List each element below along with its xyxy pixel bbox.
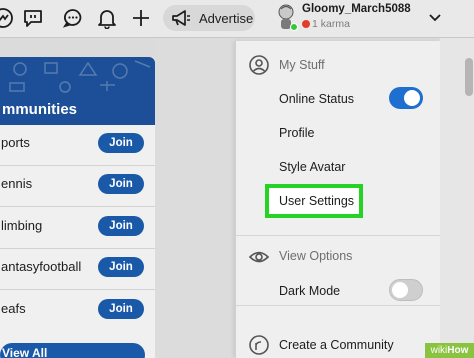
list-item[interactable]: limbing Join <box>0 208 155 249</box>
online-status-item[interactable]: Online Status <box>279 92 354 106</box>
community-r-icon <box>248 334 270 356</box>
toggle-knob <box>404 90 420 106</box>
community-name: ennis <box>1 176 33 191</box>
chat-bubble-icon[interactable] <box>22 7 44 29</box>
join-button[interactable]: Join <box>98 216 144 236</box>
karma-count: 1 karma <box>302 18 350 30</box>
profile-item[interactable]: Profile <box>279 126 314 140</box>
chevron-down-icon[interactable] <box>426 9 444 27</box>
communities-title: mmunities <box>2 101 78 118</box>
communities-card: mmunities ports Join ennis Join limbing … <box>0 57 155 358</box>
eye-icon <box>248 246 270 268</box>
join-button[interactable]: Join <box>98 257 144 277</box>
menu-divider <box>236 235 440 236</box>
community-name: eafs <box>1 301 26 316</box>
wikihow-watermark: wikiHow <box>425 343 474 358</box>
watermark-how: How <box>447 345 469 356</box>
watermark-wiki: wiki <box>430 345 448 356</box>
list-item[interactable]: ennis Join <box>0 166 155 207</box>
community-name: antasyfootball <box>1 259 82 274</box>
my-stuff-heading: My Stuff <box>279 58 325 72</box>
plus-icon[interactable] <box>130 7 152 29</box>
online-status-toggle[interactable] <box>389 87 423 109</box>
top-bar: Advertise Gloomy_March5088 1 karma <box>0 0 474 38</box>
megaphone-icon <box>172 10 190 26</box>
join-button[interactable]: Join <box>98 299 144 319</box>
user-settings-label: User Settings <box>279 194 355 208</box>
menu-divider <box>236 305 440 306</box>
style-avatar-item[interactable]: Style Avatar <box>279 160 345 174</box>
create-community-item[interactable]: Create a Community <box>279 338 394 352</box>
communities-banner: mmunities <box>0 57 155 125</box>
user-circle-icon <box>248 54 270 76</box>
view-options-heading: View Options <box>279 249 353 263</box>
karma-icon <box>302 20 310 28</box>
community-name: ports <box>1 135 30 150</box>
avatar <box>273 3 299 33</box>
join-button[interactable]: Join <box>98 174 144 194</box>
dark-mode-item[interactable]: Dark Mode <box>279 284 340 298</box>
toggle-knob <box>392 282 408 298</box>
page-background <box>155 38 235 358</box>
notifications-bell-icon[interactable] <box>96 7 118 30</box>
list-item[interactable]: antasyfootball Join <box>0 249 155 290</box>
advertise-button[interactable]: Advertise <box>163 5 255 31</box>
list-item[interactable]: ports Join <box>0 125 155 166</box>
community-name: limbing <box>1 218 43 233</box>
popular-icon[interactable] <box>0 7 14 29</box>
view-all-button[interactable]: View All <box>0 343 145 358</box>
user-menu-button[interactable]: Gloomy_March5088 1 karma <box>270 1 470 37</box>
user-settings-item[interactable]: User Settings <box>265 184 363 218</box>
advertise-label: Advertise <box>199 10 254 26</box>
dark-mode-toggle[interactable] <box>389 279 423 301</box>
scrollbar-thumb[interactable] <box>465 58 473 96</box>
username: Gloomy_March5088 <box>302 3 411 15</box>
comments-icon[interactable] <box>62 7 84 29</box>
join-button[interactable]: Join <box>98 133 144 153</box>
scrollbar[interactable] <box>440 38 474 358</box>
banner-pattern-icon <box>9 60 151 93</box>
list-item[interactable]: eafs Join <box>0 291 155 332</box>
karma-text: 1 karma <box>312 18 350 30</box>
